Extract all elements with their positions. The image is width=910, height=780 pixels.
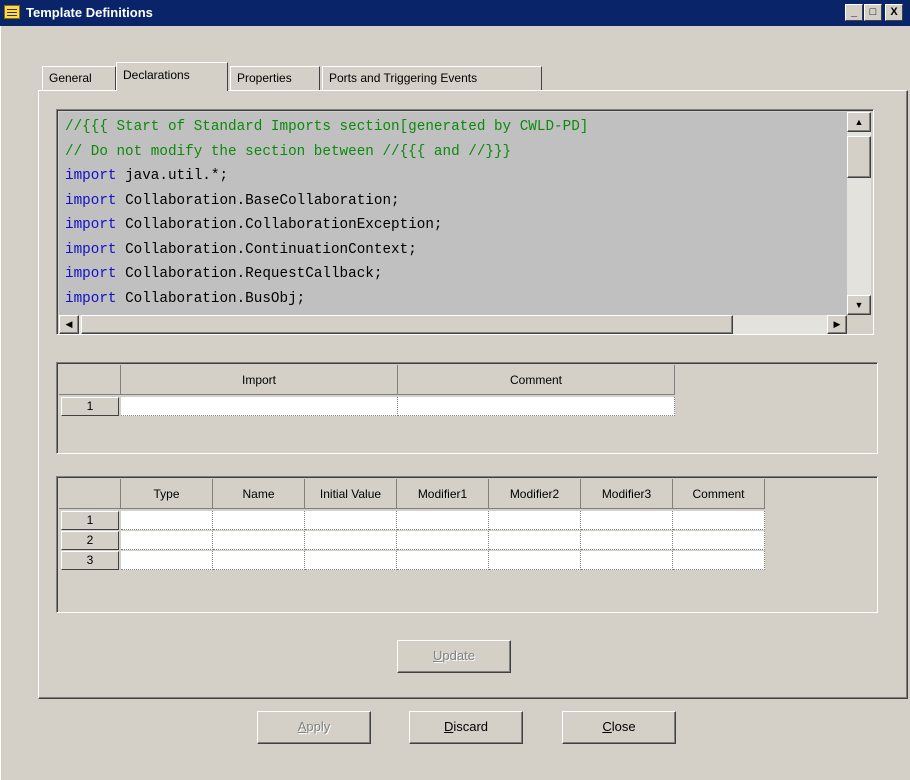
- code-keyword: import: [65, 192, 117, 209]
- code-comment: //{{{ Start of Standard Imports section[…: [65, 119, 589, 135]
- variable-cell[interactable]: [581, 551, 673, 570]
- variable-cell[interactable]: [213, 551, 305, 570]
- row-header[interactable]: 1: [61, 397, 119, 416]
- close-window-button[interactable]: X: [885, 4, 903, 21]
- variable-cell[interactable]: [305, 551, 397, 570]
- code-text: java.util.*;: [116, 168, 229, 184]
- variable-cell[interactable]: [305, 511, 397, 530]
- tab-properties[interactable]: Properties: [230, 66, 320, 90]
- code-editor: //{{{ Start of Standard Imports section[…: [56, 109, 874, 335]
- variable-cell[interactable]: [489, 551, 581, 570]
- window-title: Template Definitions: [26, 5, 153, 20]
- column-header-modifier3[interactable]: Modifier3: [581, 479, 673, 509]
- tab-general[interactable]: General: [42, 66, 116, 90]
- code-line: import java.util.*;: [65, 164, 847, 189]
- variable-cell[interactable]: [305, 531, 397, 550]
- code-text: Collaboration.RequestCallback;: [116, 266, 383, 282]
- code-line: import Collaboration.CollaborationExcept…: [65, 213, 847, 238]
- imports-table: Import Comment 1: [56, 362, 878, 454]
- variable-cell[interactable]: [673, 511, 765, 530]
- variable-cell[interactable]: [121, 511, 213, 530]
- code-comment: // Do not modify the section between //{…: [65, 143, 512, 160]
- variable-cell[interactable]: [581, 511, 673, 530]
- horizontal-scroll-thumb[interactable]: [81, 315, 733, 334]
- scroll-left-icon[interactable]: ◀: [59, 315, 79, 334]
- code-keyword: import: [65, 241, 117, 258]
- import-cell[interactable]: [121, 397, 398, 416]
- app-icon: [4, 5, 20, 19]
- variable-cell[interactable]: [121, 531, 213, 550]
- code-text: Collaboration.BaseCollaboration;: [116, 192, 400, 209]
- code-text: Collaboration.ContinuationContext;: [116, 241, 417, 258]
- code-keyword: import: [65, 168, 117, 184]
- column-header-modifier1[interactable]: Modifier1: [397, 479, 489, 509]
- close-button[interactable]: Close: [562, 711, 676, 744]
- row-header[interactable]: 2: [61, 531, 119, 550]
- vertical-scroll-thumb[interactable]: [847, 136, 871, 178]
- scroll-right-icon[interactable]: ▶: [827, 315, 847, 334]
- code-text: Collaboration.BusObj;: [116, 290, 306, 307]
- variable-cell[interactable]: [213, 511, 305, 530]
- vertical-scrollbar[interactable]: ▲ ▼: [847, 112, 871, 315]
- variable-cell[interactable]: [121, 551, 213, 570]
- code-text: Collaboration.CollaborationException;: [116, 217, 443, 233]
- code-line: import Collaboration.BaseCollaboration;: [65, 189, 847, 214]
- code-line: //{{{ Start of Standard Imports section[…: [65, 115, 847, 140]
- variables-table: Type Name Initial Value Modifier1 Modifi…: [56, 476, 878, 613]
- variable-cell[interactable]: [397, 531, 489, 550]
- row-header[interactable]: 1: [61, 511, 119, 530]
- column-header-import[interactable]: Import: [121, 365, 398, 395]
- variable-cell[interactable]: [489, 531, 581, 550]
- table-corner: [59, 479, 121, 509]
- column-header-comment[interactable]: Comment: [673, 479, 765, 509]
- column-header-name[interactable]: Name: [213, 479, 305, 509]
- code-line: import Collaboration.BusObj;: [65, 287, 847, 312]
- variable-cell[interactable]: [673, 531, 765, 550]
- maximize-button[interactable]: □: [864, 4, 882, 21]
- code-line: import Collaboration.ContinuationContext…: [65, 238, 847, 263]
- scroll-up-icon[interactable]: ▲: [847, 112, 871, 132]
- tab-declarations[interactable]: Declarations: [116, 62, 228, 91]
- code-keyword: import: [65, 217, 117, 233]
- row-header[interactable]: 3: [61, 551, 119, 570]
- variable-cell[interactable]: [397, 551, 489, 570]
- update-button[interactable]: Update: [397, 640, 511, 673]
- tab-ports-and-triggering-events[interactable]: Ports and Triggering Events: [322, 66, 542, 90]
- apply-button[interactable]: Apply: [257, 711, 371, 744]
- variable-cell[interactable]: [489, 511, 581, 530]
- discard-button[interactable]: Discard: [409, 711, 523, 744]
- code-keyword: import: [65, 266, 117, 282]
- variable-cell[interactable]: [673, 551, 765, 570]
- scroll-down-icon[interactable]: ▼: [847, 295, 871, 315]
- table-corner: [59, 365, 121, 395]
- comment-cell[interactable]: [398, 397, 675, 416]
- variable-cell[interactable]: [213, 531, 305, 550]
- column-header-initial-value[interactable]: Initial Value: [305, 479, 397, 509]
- column-header-type[interactable]: Type: [121, 479, 213, 509]
- variable-cell[interactable]: [581, 531, 673, 550]
- code-keyword: import: [65, 290, 117, 307]
- variable-cell[interactable]: [397, 511, 489, 530]
- minimize-button[interactable]: _: [845, 4, 863, 21]
- column-header-modifier2[interactable]: Modifier2: [489, 479, 581, 509]
- horizontal-scrollbar[interactable]: ◀ ▶: [59, 315, 847, 334]
- code-text-area[interactable]: //{{{ Start of Standard Imports section[…: [59, 112, 847, 315]
- window-frame: [0, 26, 4, 780]
- code-line: import Collaboration.RequestCallback;: [65, 262, 847, 287]
- code-line: // Do not modify the section between //{…: [65, 140, 847, 165]
- column-header-comment[interactable]: Comment: [398, 365, 675, 395]
- title-bar[interactable]: Template Definitions _ □ X: [0, 0, 910, 26]
